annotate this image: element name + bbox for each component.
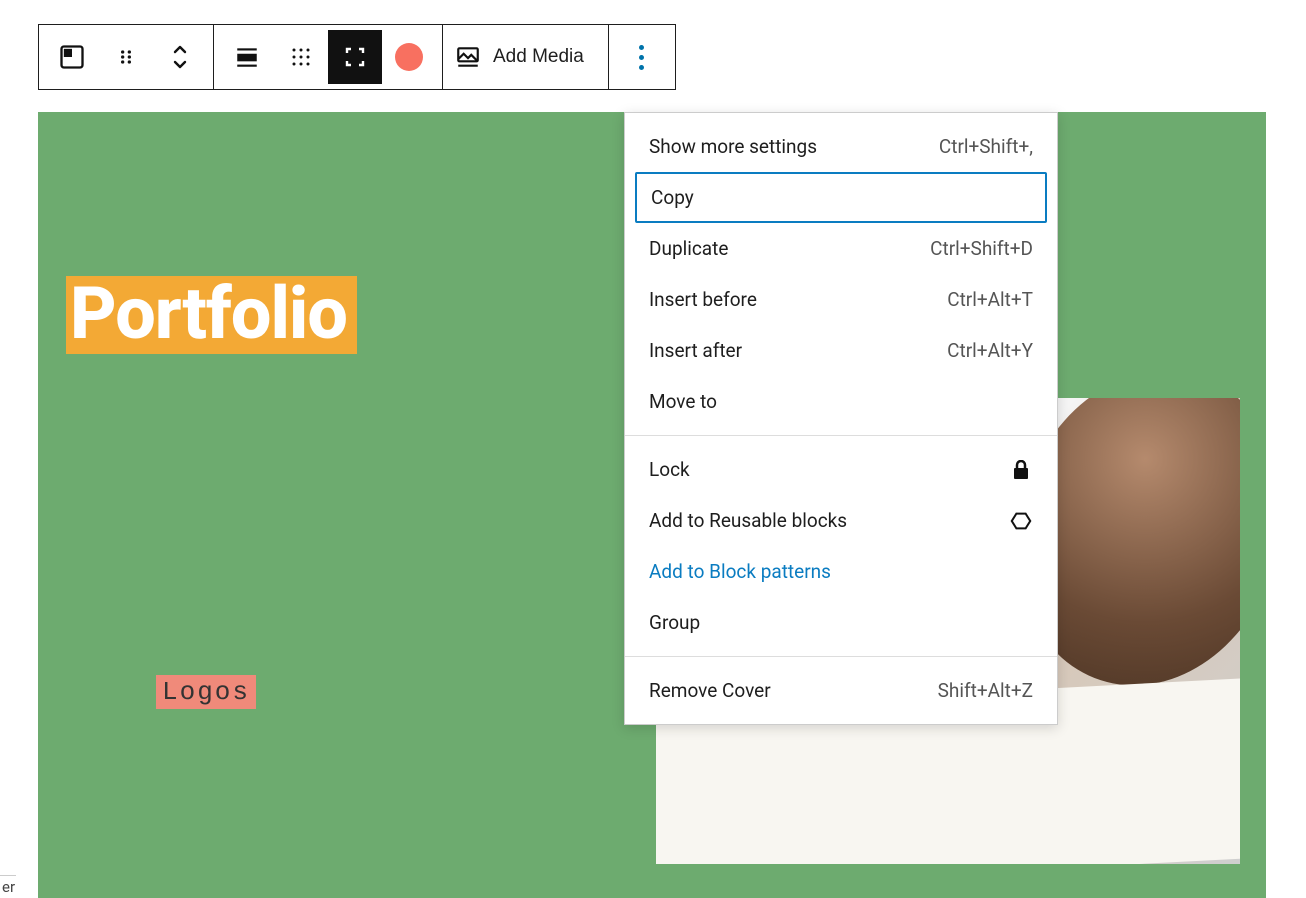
toolbar-group-align: [214, 25, 443, 89]
menu-duplicate[interactable]: Duplicate Ctrl+Shift+D: [625, 223, 1057, 274]
menu-shortcut: Shift+Alt+Z: [938, 679, 1033, 702]
footer-snippet: er: [0, 875, 16, 898]
color-swatch-icon: [395, 43, 423, 71]
more-options-button[interactable]: [615, 30, 669, 84]
menu-label: Remove Cover: [649, 679, 771, 702]
reusable-icon: [1009, 510, 1033, 532]
logos-label[interactable]: Logos: [156, 675, 256, 709]
menu-label: Lock: [649, 458, 690, 481]
menu-insert-before[interactable]: Insert before Ctrl+Alt+T: [625, 274, 1057, 325]
menu-copy[interactable]: Copy: [635, 172, 1047, 223]
cover-block-icon[interactable]: [45, 30, 99, 84]
toolbar-group-block: [39, 25, 214, 89]
menu-section-2: Lock Add to Reusable blocks Add to Block…: [625, 436, 1057, 657]
menu-label: Add to Block patterns: [649, 560, 831, 583]
add-media-button[interactable]: Add Media: [449, 30, 602, 84]
drag-handle-icon[interactable]: [99, 30, 153, 84]
menu-shortcut: Ctrl+Shift+D: [930, 237, 1033, 260]
menu-show-more-settings[interactable]: Show more settings Ctrl+Shift+,: [625, 121, 1057, 172]
content-position-icon[interactable]: [274, 30, 328, 84]
menu-shortcut: Ctrl+Alt+T: [947, 288, 1033, 311]
menu-add-reusable[interactable]: Add to Reusable blocks: [625, 495, 1057, 546]
toolbar-group-media: Add Media: [443, 25, 609, 89]
menu-label: Copy: [651, 186, 694, 209]
toolbar-group-more: [609, 25, 675, 89]
menu-label: Add to Reusable blocks: [649, 509, 847, 532]
overlay-color-swatch[interactable]: [382, 30, 436, 84]
add-media-label: Add Media: [493, 46, 584, 68]
menu-remove-cover[interactable]: Remove Cover Shift+Alt+Z: [625, 665, 1057, 716]
media-icon: [455, 44, 481, 70]
menu-lock[interactable]: Lock: [625, 444, 1057, 495]
menu-label: Insert after: [649, 339, 742, 362]
align-icon[interactable]: [220, 30, 274, 84]
move-up-down-icon[interactable]: [153, 30, 207, 84]
block-options-menu: Show more settings Ctrl+Shift+, Copy Dup…: [624, 112, 1058, 725]
menu-label: Show more settings: [649, 135, 817, 158]
menu-label: Group: [649, 611, 700, 634]
menu-add-block-patterns[interactable]: Add to Block patterns: [625, 546, 1057, 597]
menu-shortcut: Ctrl+Shift+,: [939, 135, 1033, 158]
lock-icon: [1009, 460, 1033, 480]
menu-insert-after[interactable]: Insert after Ctrl+Alt+Y: [625, 325, 1057, 376]
full-height-icon[interactable]: [328, 30, 382, 84]
menu-group[interactable]: Group: [625, 597, 1057, 648]
block-toolbar: Add Media: [38, 24, 676, 90]
menu-section-3: Remove Cover Shift+Alt+Z: [625, 657, 1057, 724]
menu-move-to[interactable]: Move to: [625, 376, 1057, 427]
menu-label: Move to: [649, 390, 717, 413]
kebab-icon: [639, 45, 644, 70]
menu-shortcut: Ctrl+Alt+Y: [947, 339, 1033, 362]
menu-label: Duplicate: [649, 237, 728, 260]
menu-section-1: Show more settings Ctrl+Shift+, Copy Dup…: [625, 113, 1057, 436]
page-title[interactable]: Portfolio: [66, 276, 357, 354]
menu-label: Insert before: [649, 288, 757, 311]
